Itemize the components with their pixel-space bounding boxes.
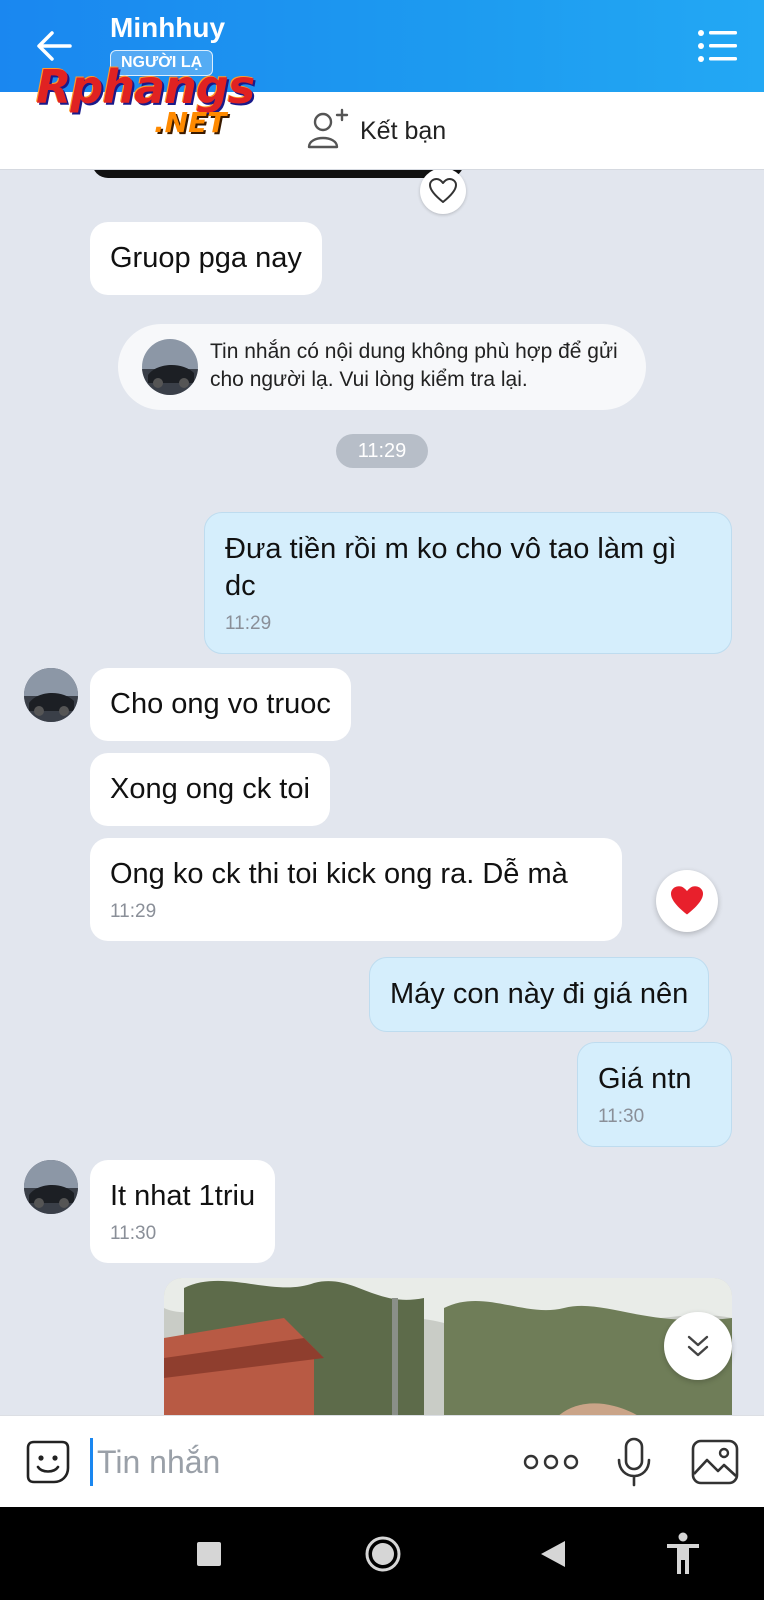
- microphone-icon[interactable]: [614, 1436, 654, 1488]
- message-input[interactable]: [90, 1438, 490, 1486]
- add-friend-label: Kết bạn: [360, 116, 447, 145]
- message-time: 11:30: [598, 1106, 645, 1127]
- chat-header: Minhhuy NGƯỜI LẠ: [0, 0, 764, 92]
- content-warning-card: Tin nhắn có nội dung không phù hợp để gử…: [118, 324, 646, 410]
- message-text: Giá ntn: [598, 1063, 692, 1095]
- photo-message[interactable]: [164, 1278, 732, 1415]
- message-time: 11:30: [110, 1223, 157, 1244]
- message-text: Đưa tiền rồi m ko cho vô tao làm gì dc: [225, 533, 677, 602]
- previous-image-edge[interactable]: [92, 170, 464, 178]
- emoji-sticker-icon[interactable]: [24, 1438, 72, 1486]
- message-time: 11:29: [225, 613, 272, 634]
- message-bubble-outgoing[interactable]: Máy con này đi giá nên: [369, 957, 710, 1032]
- message-text: Cho ong vo truoc: [110, 688, 331, 720]
- system-navigation-bar: [0, 1507, 764, 1600]
- message-bubble-incoming[interactable]: Xong ong ck toi: [90, 753, 330, 826]
- avatar[interactable]: [24, 668, 78, 722]
- accessibility-icon[interactable]: [660, 1531, 706, 1577]
- more-options-icon[interactable]: [522, 1448, 580, 1476]
- warning-text: Tin nhắn có nội dung không phù hợp để gử…: [210, 340, 618, 391]
- avatar: [142, 339, 198, 395]
- image-gallery-icon[interactable]: [690, 1438, 740, 1486]
- chat-thread[interactable]: Gruop pga nay Tin nhắn có nội dung không…: [0, 170, 764, 1415]
- back-arrow-icon[interactable]: [30, 22, 78, 70]
- add-user-icon: [306, 107, 350, 156]
- message-bubble-outgoing[interactable]: Đưa tiền rồi m ko cho vô tao làm gì dc 1…: [204, 512, 732, 654]
- add-friend-bar: Kết bạn: [0, 92, 764, 170]
- message-text: Ong ko ck thi toi kick ong ra. Dễ mà: [110, 858, 568, 890]
- menu-list-icon[interactable]: [696, 26, 740, 66]
- double-chevron-down-icon: [687, 1335, 709, 1357]
- recent-apps-icon[interactable]: [186, 1531, 232, 1577]
- message-time: 11:29: [110, 901, 157, 922]
- avatar[interactable]: [24, 1160, 78, 1214]
- message-bubble-outgoing[interactable]: Giá ntn 11:30: [577, 1042, 732, 1147]
- message-bubble-incoming[interactable]: Cho ong vo truoc: [90, 668, 351, 741]
- message-bubble-incoming[interactable]: It nhat 1triu 11:30: [90, 1160, 276, 1263]
- message-text: Gruop pga nay: [110, 242, 302, 274]
- message-input-bar: [0, 1415, 764, 1507]
- message-text: It nhat 1triu: [110, 1180, 256, 1212]
- scroll-to-bottom-button[interactable]: [664, 1312, 732, 1380]
- heart-outline-icon[interactable]: [420, 170, 466, 214]
- back-triangle-icon[interactable]: [530, 1531, 576, 1577]
- time-divider: 11:29: [336, 434, 428, 468]
- heart-reaction-icon[interactable]: [656, 870, 718, 932]
- home-icon[interactable]: [360, 1531, 406, 1577]
- add-friend-button[interactable]: Kết bạn: [306, 106, 446, 156]
- message-bubble-incoming[interactable]: Ong ko ck thi toi kick ong ra. Dễ mà 11:…: [90, 838, 622, 941]
- contact-name[interactable]: Minhhuy: [110, 12, 225, 44]
- message-bubble-incoming[interactable]: Gruop pga nay: [90, 222, 322, 295]
- message-text: Máy con này đi giá nên: [390, 978, 689, 1010]
- stranger-badge: NGƯỜI LẠ: [110, 50, 214, 76]
- message-text: Xong ong ck toi: [110, 773, 310, 805]
